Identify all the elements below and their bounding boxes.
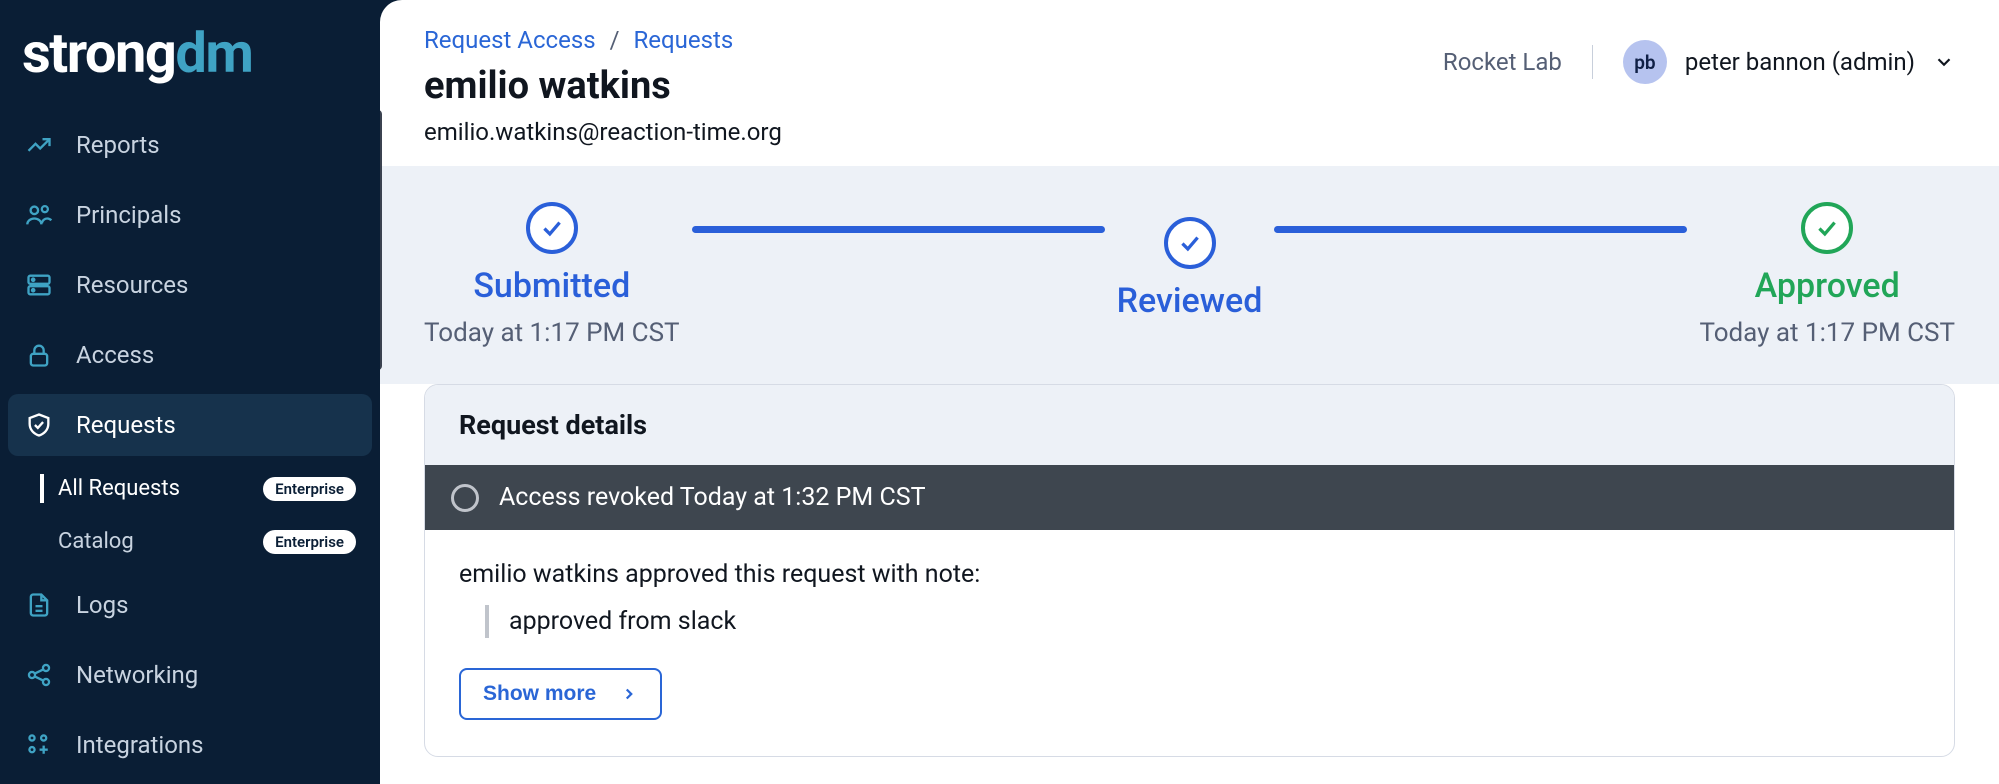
shield-check-icon [24, 410, 54, 440]
sidebar-item-label: Networking [76, 661, 198, 689]
sidebar-item-label: Reports [76, 131, 160, 159]
sidebar-item-integrations[interactable]: Integrations [8, 714, 372, 776]
org-label: Rocket Lab [1443, 48, 1562, 76]
grid-plus-icon [24, 730, 54, 760]
chart-icon [24, 130, 54, 160]
page-title: emilio watkins [424, 64, 782, 108]
file-icon [24, 590, 54, 620]
revoked-banner: Access revoked Today at 1:32 PM CST [425, 465, 1954, 530]
request-details-panel: Request details Access revoked Today at … [424, 384, 1955, 757]
sidebar-item-logs[interactable]: Logs [8, 574, 372, 636]
step-approved: Approved Today at 1:17 PM CST [1699, 202, 1955, 348]
details-body: emilio watkins approved this request wit… [425, 530, 1954, 756]
share-icon [24, 660, 54, 690]
progress-bar: Submitted Today at 1:17 PM CST Reviewed … [424, 202, 1955, 348]
topbar-right: Rocket Lab pb peter bannon (admin) [1443, 26, 1955, 84]
sidebar-item-label: Requests [76, 411, 176, 439]
show-more-label: Show more [483, 682, 596, 706]
check-circle-icon [526, 202, 578, 254]
approval-line: emilio watkins approved this request wit… [459, 560, 1920, 589]
breadcrumb-separator: / [610, 26, 620, 54]
sidebar-item-principals[interactable]: Principals [8, 184, 372, 246]
enterprise-badge: Enterprise [263, 530, 356, 554]
details-header: Request details [425, 385, 1954, 465]
step-reviewed: Reviewed [1117, 217, 1263, 333]
step-time: Today at 1:17 PM CST [1699, 318, 1955, 348]
sidebar-nav: Reports Principals Resources Access Requ [0, 114, 380, 776]
chevron-right-icon [620, 685, 638, 703]
enterprise-badge: Enterprise [263, 477, 356, 501]
logo-text-strong: strong [22, 20, 175, 86]
divider [1592, 45, 1593, 79]
scrollbar-thumb[interactable] [380, 110, 382, 370]
lock-icon [24, 340, 54, 370]
breadcrumb-request-access[interactable]: Request Access [424, 26, 596, 54]
sidebar-item-label: Principals [76, 201, 182, 229]
step-label: Submitted [473, 266, 630, 306]
sidebar-item-resources[interactable]: Resources [8, 254, 372, 316]
page-email: emilio.watkins@reaction-time.org [424, 118, 782, 146]
user-name: peter bannon (admin) [1685, 48, 1915, 76]
chevron-down-icon [1933, 51, 1955, 73]
sidebar-item-networking[interactable]: Networking [8, 644, 372, 706]
show-more-button[interactable]: Show more [459, 668, 662, 720]
sidebar-subitem-catalog[interactable]: Catalog Enterprise [28, 517, 372, 566]
sidebar-item-label: Integrations [76, 731, 204, 759]
check-circle-icon [1164, 217, 1216, 269]
logo: strongdm [0, 0, 380, 114]
sidebar-subitem-all-requests[interactable]: All Requests Enterprise [28, 464, 372, 513]
sidebar-item-label: Access [76, 341, 154, 369]
sidebar-subnav: All Requests Enterprise Catalog Enterpri… [8, 464, 372, 566]
sidebar-item-requests[interactable]: Requests [8, 394, 372, 456]
progress-connector [1274, 226, 1687, 233]
check-circle-icon [1801, 202, 1853, 254]
server-icon [24, 270, 54, 300]
circle-icon [451, 484, 479, 512]
sidebar-item-access[interactable]: Access [8, 324, 372, 386]
banner-text: Access revoked Today at 1:32 PM CST [499, 483, 926, 512]
topbar: Request Access / Requests emilio watkins… [380, 0, 1999, 166]
progress-section: Submitted Today at 1:17 PM CST Reviewed … [380, 166, 1999, 384]
sidebar-item-label: Logs [76, 591, 128, 619]
main-content: Request Access / Requests emilio watkins… [380, 0, 1999, 784]
topbar-left: Request Access / Requests emilio watkins… [424, 26, 782, 146]
sidebar-subitem-label: All Requests [58, 476, 180, 501]
step-label: Approved [1755, 266, 1900, 306]
logo-text-dm: dm [175, 20, 252, 86]
avatar: pb [1623, 40, 1667, 84]
breadcrumb-requests[interactable]: Requests [634, 26, 734, 54]
step-submitted: Submitted Today at 1:17 PM CST [424, 202, 680, 348]
progress-connector [692, 226, 1105, 233]
sidebar-item-reports[interactable]: Reports [8, 114, 372, 176]
breadcrumb: Request Access / Requests [424, 26, 782, 54]
sidebar-item-label: Resources [76, 271, 188, 299]
step-time: Today at 1:17 PM CST [424, 318, 680, 348]
approval-note: approved from slack [485, 605, 1920, 638]
sidebar-subitem-label: Catalog [58, 529, 134, 554]
step-label: Reviewed [1117, 281, 1263, 321]
sidebar: strongdm Reports Principals Resources [0, 0, 380, 784]
user-menu[interactable]: pb peter bannon (admin) [1623, 40, 1955, 84]
users-icon [24, 200, 54, 230]
